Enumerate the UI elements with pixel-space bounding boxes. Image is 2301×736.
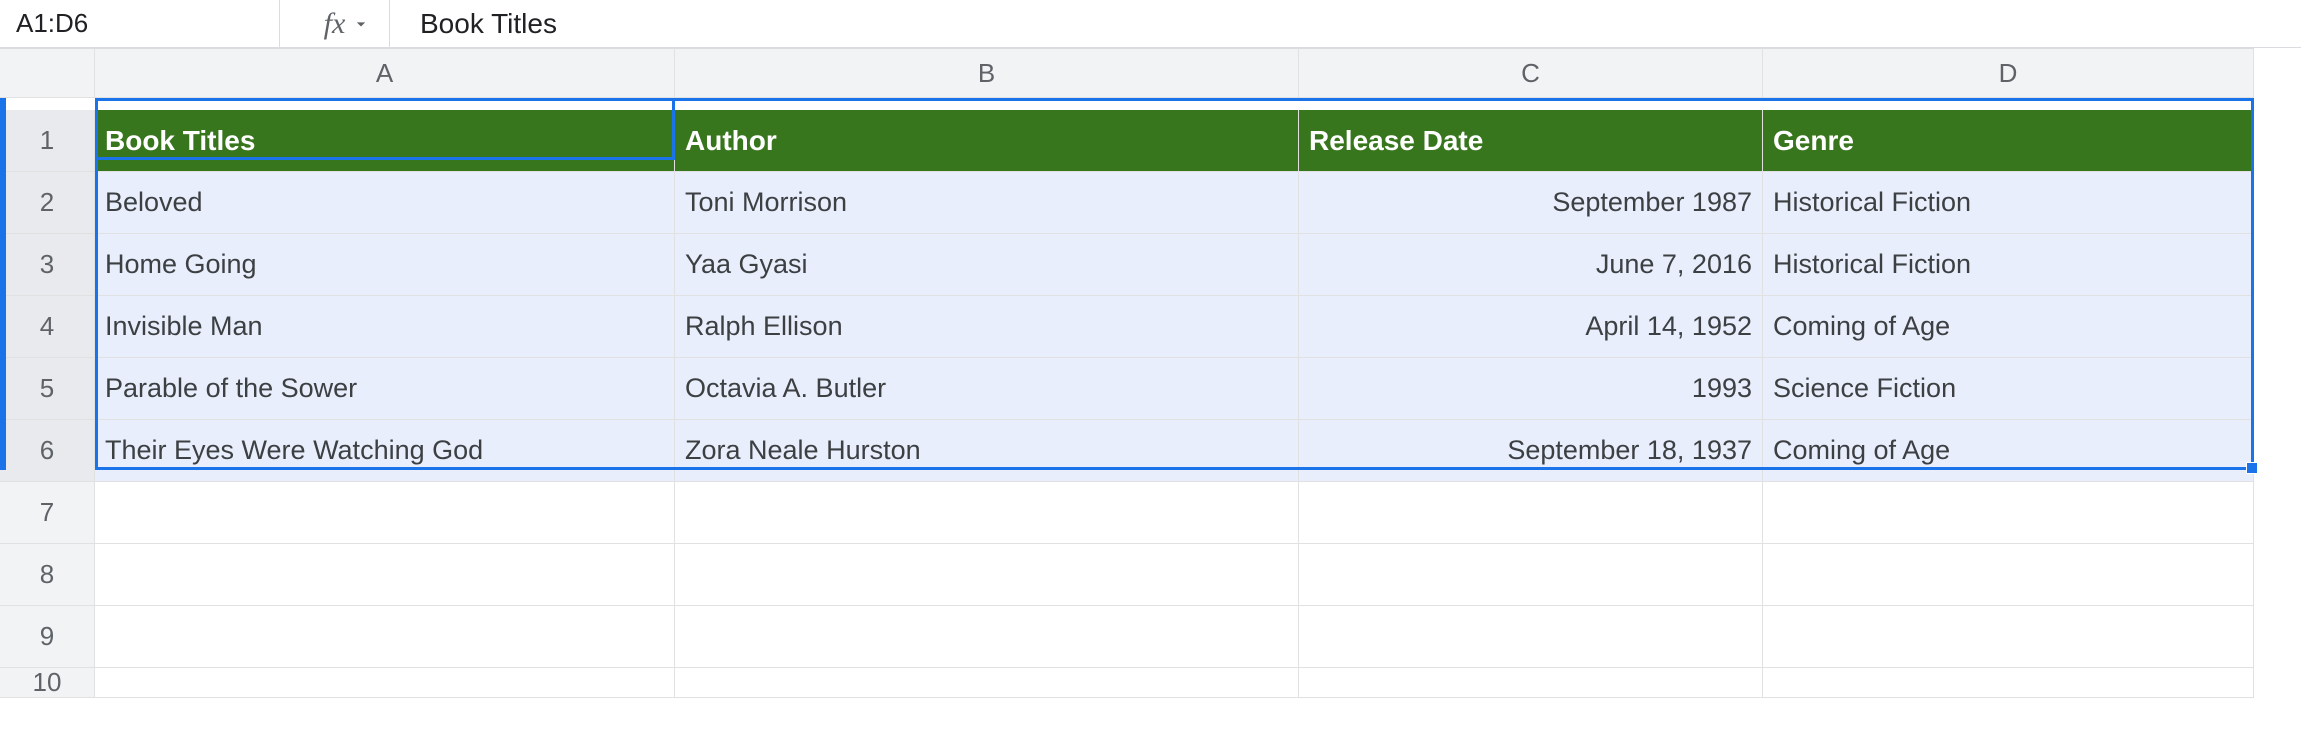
cell-D6[interactable]: Coming of Age — [1763, 420, 2254, 482]
cell-B3[interactable]: Yaa Gyasi — [675, 234, 1299, 296]
cell-D10[interactable] — [1763, 668, 2254, 698]
cell-C7[interactable] — [1299, 482, 1763, 544]
cell-A8[interactable] — [95, 544, 675, 606]
cell-B6[interactable]: Zora Neale Hurston — [675, 420, 1299, 482]
spreadsheet-grid[interactable]: A B C D 1 Book Titles Author Release Dat… — [0, 48, 2301, 730]
cell-D1[interactable]: Genre — [1763, 110, 2254, 172]
cell-B8[interactable] — [675, 544, 1299, 606]
col-header-A[interactable]: A — [95, 48, 675, 98]
cell-B5[interactable]: Octavia A. Butler — [675, 358, 1299, 420]
cell-B2[interactable]: Toni Morrison — [675, 172, 1299, 234]
cell-B9[interactable] — [675, 606, 1299, 668]
cell-C3[interactable]: June 7, 2016 — [1299, 234, 1763, 296]
select-all-corner[interactable] — [0, 48, 95, 98]
cell-C4[interactable]: April 14, 1952 — [1299, 296, 1763, 358]
cell-A9[interactable] — [95, 606, 675, 668]
cell-C8[interactable] — [1299, 544, 1763, 606]
row-header-9[interactable]: 9 — [0, 606, 95, 668]
col-header-C[interactable]: C — [1299, 48, 1763, 98]
row-header-3[interactable]: 3 — [0, 234, 95, 296]
cell-B1[interactable]: Author — [675, 110, 1299, 172]
name-box[interactable] — [0, 0, 280, 47]
col-header-B[interactable]: B — [675, 48, 1299, 98]
cell-C10[interactable] — [1299, 668, 1763, 698]
cell-C1[interactable]: Release Date — [1299, 110, 1763, 172]
fx-icon[interactable]: fx — [280, 0, 390, 47]
formula-input[interactable]: Book Titles — [390, 0, 2301, 47]
cell-B4[interactable]: Ralph Ellison — [675, 296, 1299, 358]
cell-A7[interactable] — [95, 482, 675, 544]
cell-C2[interactable]: September 1987 — [1299, 172, 1763, 234]
cell-B10[interactable] — [675, 668, 1299, 698]
cell-A4[interactable]: Invisible Man — [95, 296, 675, 358]
row-header-1[interactable]: 1 — [0, 110, 95, 172]
cell-A10[interactable] — [95, 668, 675, 698]
row-header-2[interactable]: 2 — [0, 172, 95, 234]
cell-A1[interactable]: Book Titles — [95, 110, 675, 172]
cell-A2[interactable]: Beloved — [95, 172, 675, 234]
cell-C9[interactable] — [1299, 606, 1763, 668]
cell-D3[interactable]: Historical Fiction — [1763, 234, 2254, 296]
row-header-6[interactable]: 6 — [0, 420, 95, 482]
cell-C6[interactable]: September 18, 1937 — [1299, 420, 1763, 482]
cell-A3[interactable]: Home Going — [95, 234, 675, 296]
col-header-D[interactable]: D — [1763, 48, 2254, 98]
formula-content-text: Book Titles — [420, 8, 557, 40]
cell-D8[interactable] — [1763, 544, 2254, 606]
row-header-4[interactable]: 4 — [0, 296, 95, 358]
row-header-8[interactable]: 8 — [0, 544, 95, 606]
cell-D4[interactable]: Coming of Age — [1763, 296, 2254, 358]
cell-D7[interactable] — [1763, 482, 2254, 544]
cell-D9[interactable] — [1763, 606, 2254, 668]
cell-C5[interactable]: 1993 — [1299, 358, 1763, 420]
row-header-10[interactable]: 10 — [0, 668, 95, 698]
row-header-5[interactable]: 5 — [0, 358, 95, 420]
cell-D5[interactable]: Science Fiction — [1763, 358, 2254, 420]
cell-B7[interactable] — [675, 482, 1299, 544]
cell-D2[interactable]: Historical Fiction — [1763, 172, 2254, 234]
row-header-7[interactable]: 7 — [0, 482, 95, 544]
cell-A5[interactable]: Parable of the Sower — [95, 358, 675, 420]
cell-A6[interactable]: Their Eyes Were Watching God — [95, 420, 675, 482]
fx-label: fx — [324, 7, 346, 41]
formula-bar: fx Book Titles — [0, 0, 2301, 48]
